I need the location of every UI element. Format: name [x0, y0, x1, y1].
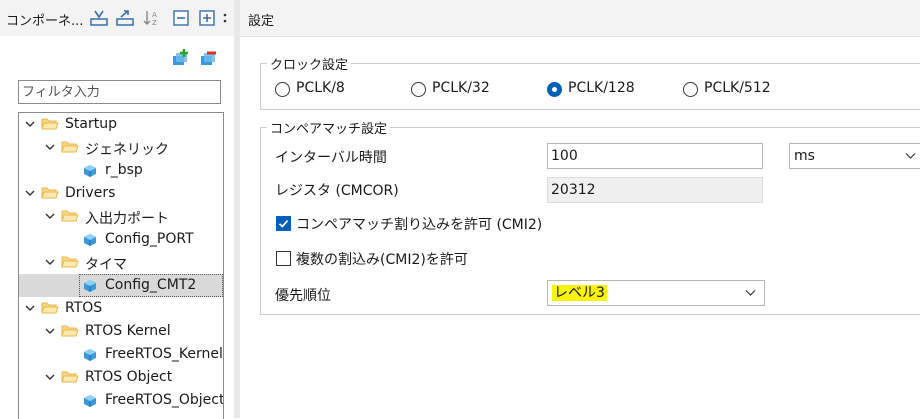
tree-component-item[interactable]: r_bsp	[19, 159, 223, 182]
tree-item-label: Config_PORT	[105, 231, 194, 247]
multi-interrupt-box[interactable]	[276, 251, 291, 266]
component-tree: Startup ジェネリック r_bsp Drivers 入出力ポート Config_PO…	[18, 112, 224, 419]
interval-label: インターバル時間	[275, 150, 387, 166]
tree-folder-item[interactable]: RTOS Kernel	[19, 320, 223, 343]
expand-all-icon[interactable]	[198, 9, 216, 27]
folder-open-icon	[61, 210, 79, 222]
radio-circle[interactable]	[547, 82, 562, 97]
enable-cmi2-box[interactable]	[276, 216, 291, 231]
component-panel: コンポーネ... A Z フィルタ入力 Startup ジェネリック r_bsp…	[0, 0, 234, 419]
tree-folder-item[interactable]: 入出力ポート	[19, 205, 223, 228]
tree-folder-item[interactable]: Drivers	[19, 182, 223, 205]
chevron-down-icon[interactable]	[45, 326, 55, 336]
radio-circle[interactable]	[275, 82, 290, 97]
tree-item-label: 入出力ポート	[85, 211, 169, 227]
priority-label: 優先順位	[275, 288, 331, 304]
chevron-down-icon[interactable]	[45, 372, 55, 382]
priority-select[interactable]: レベル3	[547, 280, 765, 306]
chevron-down-icon[interactable]	[45, 142, 55, 152]
folder-open-icon	[41, 187, 59, 199]
tree-item-label: FreeRTOS_Object	[105, 392, 224, 408]
register-field: 20312	[547, 177, 763, 203]
chevron-down-icon	[745, 290, 756, 296]
radio-circle[interactable]	[411, 82, 426, 97]
radio-circle[interactable]	[683, 82, 698, 97]
multi-interrupt-label: 複数の割込み(CMI2)を許可	[296, 252, 468, 268]
tree-folder-item[interactable]: ジェネリック	[19, 136, 223, 159]
tree-item-label: Drivers	[65, 185, 116, 201]
register-value: 20312	[551, 182, 596, 198]
clock-settings-legend: クロック設定	[267, 54, 352, 73]
collapse-tree-icon[interactable]	[90, 9, 108, 27]
enable-cmi2-label: コンペアマッチ割り込みを許可 (CMI2)	[296, 217, 543, 233]
tree-item-label: RTOS	[65, 300, 103, 316]
compare-match-legend: コンペアマッチ設定	[267, 118, 391, 137]
radio-label: PCLK/128	[568, 80, 635, 96]
radio-label: PCLK/32	[432, 80, 490, 96]
component-icon	[84, 395, 96, 407]
folder-open-icon	[61, 325, 79, 337]
folder-open-icon	[41, 302, 59, 314]
folder-open-icon	[61, 256, 79, 268]
svg-text:A: A	[152, 11, 157, 19]
tree-item-label: RTOS Kernel	[85, 323, 171, 339]
tree-item-label: Config_CMT2	[105, 277, 197, 293]
remove-component-icon[interactable]	[198, 48, 218, 68]
tree-component-item[interactable]: Config_PORT	[19, 228, 223, 251]
chevron-down-icon[interactable]	[25, 188, 35, 198]
tree-item-label: RTOS Object	[85, 369, 173, 385]
priority-value: レベル3	[552, 285, 607, 301]
settings-header: 設定	[240, 0, 920, 37]
tree-component-item[interactable]: Config_CMT2	[19, 274, 223, 297]
sort-icon[interactable]: A Z	[143, 9, 161, 27]
folder-open-icon	[61, 141, 79, 153]
tree-folder-item[interactable]: タイマ	[19, 251, 223, 274]
component-panel-header: コンポーネ... A Z	[0, 0, 234, 36]
tree-component-item[interactable]: FreeRTOS_Object	[19, 389, 223, 412]
register-label: レジスタ (CMCOR)	[275, 183, 399, 199]
chevron-down-icon	[905, 153, 916, 159]
component-icon	[84, 165, 96, 177]
component-panel-title: コンポーネ...	[6, 14, 84, 29]
chevron-down-icon[interactable]	[25, 119, 35, 129]
tree-folder-item[interactable]: RTOS	[19, 297, 223, 320]
tree-component-item[interactable]: FreeRTOS_Kernel	[19, 343, 223, 366]
filter-input[interactable]	[18, 80, 221, 104]
chevron-down-icon[interactable]	[25, 303, 35, 313]
tree-item-label: r_bsp	[105, 162, 143, 178]
interval-unit-value: ms	[794, 148, 815, 164]
tree-item-label: ジェネリック	[85, 142, 169, 158]
radio-label: PCLK/8	[296, 80, 345, 96]
radio-label: PCLK/512	[704, 80, 771, 96]
settings-title: 設定	[248, 14, 275, 29]
chevron-down-icon[interactable]	[45, 211, 55, 221]
tree-item-label: タイマ	[85, 257, 127, 273]
component-icon	[84, 349, 96, 361]
component-icon	[84, 280, 96, 292]
settings-panel: 設定 クロック設定 PCLK/8 PCLK/32 PCLK/128 PCLK/512 …	[240, 0, 920, 418]
collapse-all-icon[interactable]	[172, 9, 190, 27]
view-menu-icon[interactable]	[222, 9, 228, 27]
tree-folder-item[interactable]: Startup	[19, 113, 223, 136]
svg-text:Z: Z	[152, 19, 157, 27]
tree-folder-item[interactable]: RTOS Object	[19, 366, 223, 389]
chevron-down-icon[interactable]	[45, 257, 55, 267]
add-component-icon[interactable]	[170, 48, 190, 68]
checkmark-icon	[278, 220, 289, 228]
interval-unit-select[interactable]: ms	[789, 143, 920, 169]
tree-item-label: Startup	[65, 116, 117, 132]
component-icon	[84, 234, 96, 246]
expand-tree-icon[interactable]	[116, 9, 134, 27]
interval-value: 100	[551, 148, 578, 164]
folder-open-icon	[41, 118, 59, 130]
interval-input[interactable]: 100	[547, 143, 763, 169]
folder-open-icon	[61, 371, 79, 383]
tree-item-label: FreeRTOS_Kernel	[105, 346, 223, 362]
